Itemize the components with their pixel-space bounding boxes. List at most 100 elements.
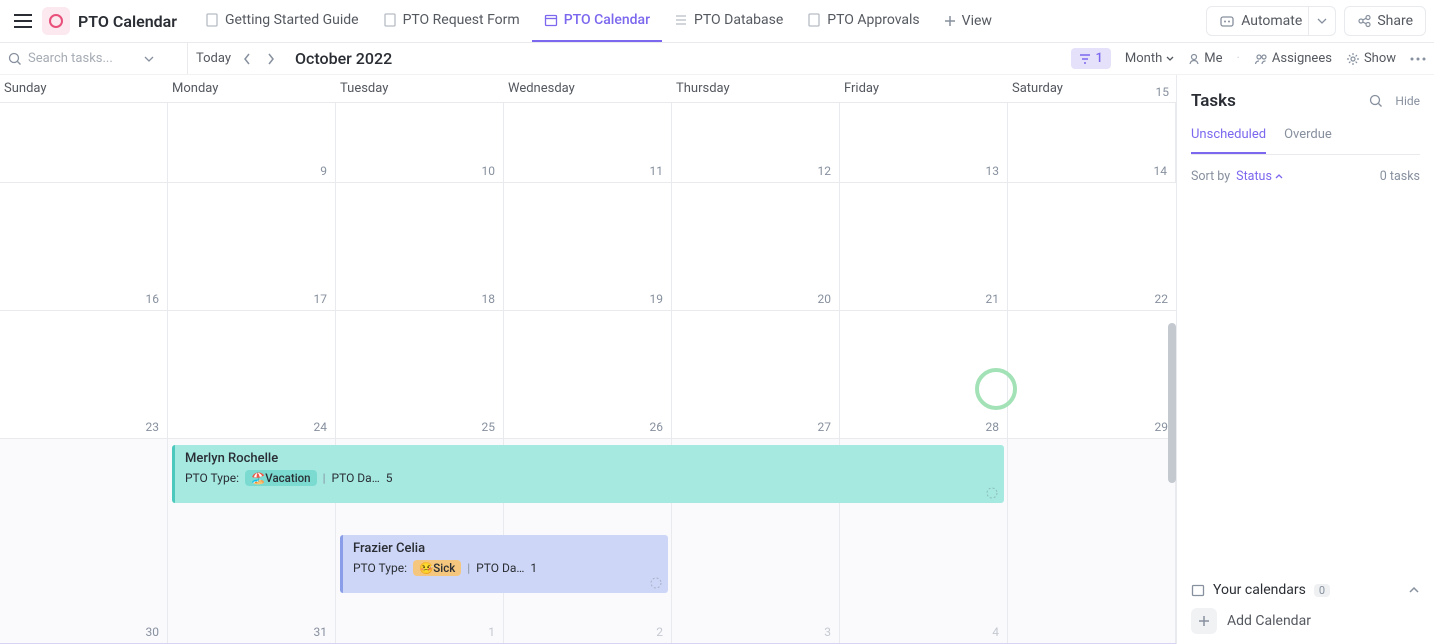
sort-status-select[interactable]: Status	[1236, 169, 1283, 184]
chevron-down-icon[interactable]	[144, 56, 154, 62]
tab-unscheduled[interactable]: Unscheduled	[1191, 127, 1266, 154]
event-vacation[interactable]: Merlyn Rochelle PTO Type: 🏖️Vacation | P…	[172, 445, 1004, 503]
pto-days-value: 1	[530, 561, 537, 575]
day-cell[interactable]: 30	[0, 439, 168, 643]
event-sick[interactable]: Frazier Celia PTO Type: 🤒Sick | PTO Da… …	[340, 535, 668, 593]
add-view-button[interactable]: View	[932, 0, 1004, 42]
day-cell[interactable]: 25	[336, 311, 504, 438]
day-cell[interactable]: 24	[168, 311, 336, 438]
tabs: Getting Started Guide PTO Request Form P…	[193, 0, 1004, 42]
automate-caret[interactable]	[1308, 7, 1335, 35]
event-action-icon[interactable]	[650, 577, 662, 589]
share-button[interactable]: Share	[1344, 6, 1426, 36]
search-icon[interactable]	[1369, 94, 1383, 108]
tab-pto-database[interactable]: PTO Database	[662, 0, 795, 42]
day-cell[interactable]: 27	[672, 311, 840, 438]
day-cell[interactable]: 17	[168, 183, 336, 310]
view-label: View	[962, 13, 992, 29]
me-label: Me	[1204, 51, 1222, 66]
next-month-button[interactable]	[263, 49, 279, 69]
day-cell[interactable]: 16	[0, 183, 168, 310]
tab-pto-approvals[interactable]: PTO Approvals	[795, 0, 931, 42]
pto-type-tag: 🤒Sick	[413, 560, 461, 576]
gear-icon	[1346, 52, 1360, 66]
day-cell[interactable]: 26	[504, 311, 672, 438]
tab-pto-calendar[interactable]: PTO Calendar	[532, 0, 662, 42]
day-cell[interactable]: 12	[672, 103, 840, 182]
tab-label: PTO Request Form	[403, 12, 520, 28]
tab-request-form[interactable]: PTO Request Form	[371, 0, 532, 42]
search-input[interactable]	[28, 51, 138, 66]
day-number: 27	[818, 420, 832, 434]
tab-label: PTO Database	[694, 12, 783, 28]
day-cell[interactable]: 28	[840, 311, 1008, 438]
weeks: 9 10 11 12 13 14 15 16 17 18 19 20 21 22	[0, 103, 1176, 644]
your-calendars-label: Your calendars	[1213, 582, 1306, 598]
side-head: Tasks Hide	[1191, 91, 1420, 111]
app-logo	[42, 7, 70, 35]
day-number: 24	[314, 420, 328, 434]
filter-chip[interactable]: 1	[1071, 48, 1110, 69]
today-button[interactable]: Today	[196, 51, 231, 66]
event-meta: PTO Type: 🏖️Vacation | PTO Da… 5	[185, 470, 994, 486]
day-cell[interactable]: 19	[504, 183, 672, 310]
day-cell[interactable]: 29	[1008, 311, 1176, 438]
assignees-filter[interactable]: Assignees	[1254, 51, 1332, 66]
add-calendar-button[interactable]: Add Calendar	[1191, 608, 1420, 634]
side-tabs: Unscheduled Overdue	[1191, 127, 1420, 155]
day-number: 23	[146, 420, 160, 434]
day-cell[interactable]: 18	[336, 183, 504, 310]
more-button[interactable]	[1410, 57, 1426, 61]
day-number: 3	[824, 625, 831, 639]
event-action-icon[interactable]	[986, 487, 998, 499]
day-cell[interactable]	[0, 103, 168, 182]
day-cell[interactable]: 10	[336, 103, 504, 182]
calendar-count-badge: 0	[1314, 584, 1330, 597]
day-cell[interactable]: 22	[1008, 183, 1176, 310]
day-cell[interactable]: 14	[1008, 103, 1176, 182]
day-cell[interactable]: 11	[504, 103, 672, 182]
doc-icon	[807, 13, 821, 27]
day-cell[interactable]: 21	[840, 183, 1008, 310]
automate-button[interactable]: Automate	[1206, 6, 1336, 36]
day-number: 12	[818, 164, 832, 178]
me-filter[interactable]: Me	[1188, 51, 1222, 66]
day-number: 13	[986, 164, 1000, 178]
dow-thu: Thursday	[672, 75, 840, 102]
day-number: 9	[320, 164, 327, 178]
tab-overdue[interactable]: Overdue	[1284, 127, 1332, 154]
show-button[interactable]: Show	[1346, 51, 1396, 66]
day-cell[interactable]: 20	[672, 183, 840, 310]
scrollbar[interactable]	[1168, 323, 1176, 483]
pto-days-value: 5	[386, 471, 393, 485]
doc-icon	[383, 13, 397, 27]
your-calendars-header[interactable]: Your calendars 0	[1191, 582, 1420, 598]
day-cell[interactable]: 13	[840, 103, 1008, 182]
plus-icon	[1191, 608, 1217, 634]
sort-by-label: Sort by	[1191, 169, 1230, 184]
day-number: 17	[314, 292, 328, 306]
hide-button[interactable]: Hide	[1395, 94, 1420, 108]
side-title: Tasks	[1191, 91, 1236, 111]
view-mode-select[interactable]: Month	[1125, 51, 1174, 66]
day-number: 26	[650, 420, 664, 434]
day-number: 4	[992, 625, 999, 639]
week-row: 16 17 18 19 20 21 22	[0, 183, 1176, 311]
dow-sat: Saturday	[1008, 75, 1176, 102]
day-number: 14	[1154, 164, 1168, 178]
event-name: Frazier Celia	[353, 541, 658, 556]
day-cell[interactable]	[1008, 439, 1176, 643]
day-cell[interactable]: 9	[168, 103, 336, 182]
toolbar-right: 1 Month Me · Assignees Show	[1071, 48, 1426, 69]
chevron-up-icon[interactable]	[1408, 586, 1420, 594]
prev-month-button[interactable]	[239, 49, 255, 69]
task-count: 0 tasks	[1380, 169, 1420, 184]
dow-mon: Monday	[168, 75, 336, 102]
day-cell[interactable]: 23	[0, 311, 168, 438]
toolbar: Today October 2022 1 Month Me · Assignee…	[0, 43, 1434, 75]
tab-getting-started[interactable]: Getting Started Guide	[193, 0, 371, 42]
pto-type-label: PTO Type:	[185, 471, 239, 485]
filter-icon	[1079, 54, 1091, 64]
menu-button[interactable]	[8, 8, 38, 34]
separator: |	[467, 561, 470, 575]
